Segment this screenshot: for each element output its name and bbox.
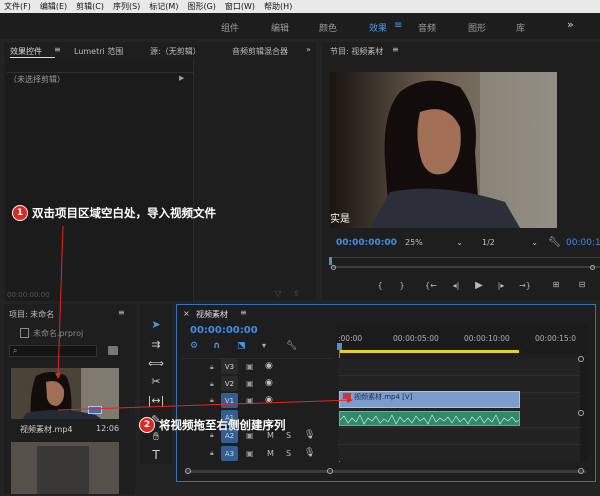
callout-1: 1 双击项目区域空白处，导入视频文件	[12, 203, 216, 223]
arrow-1	[55, 225, 64, 379]
annotation-arrows	[55, 225, 353, 411]
callout-text-1: 双击项目区域空白处，导入视频文件	[32, 206, 216, 220]
callout-number-1: 1	[12, 205, 28, 221]
arrow-2	[57, 397, 353, 411]
callout-number-2: 2	[139, 417, 155, 433]
callout-text-2: 将视频拖至右侧创建序列	[159, 418, 286, 432]
callout-2: 2 将视频拖至右侧创建序列	[139, 415, 286, 435]
